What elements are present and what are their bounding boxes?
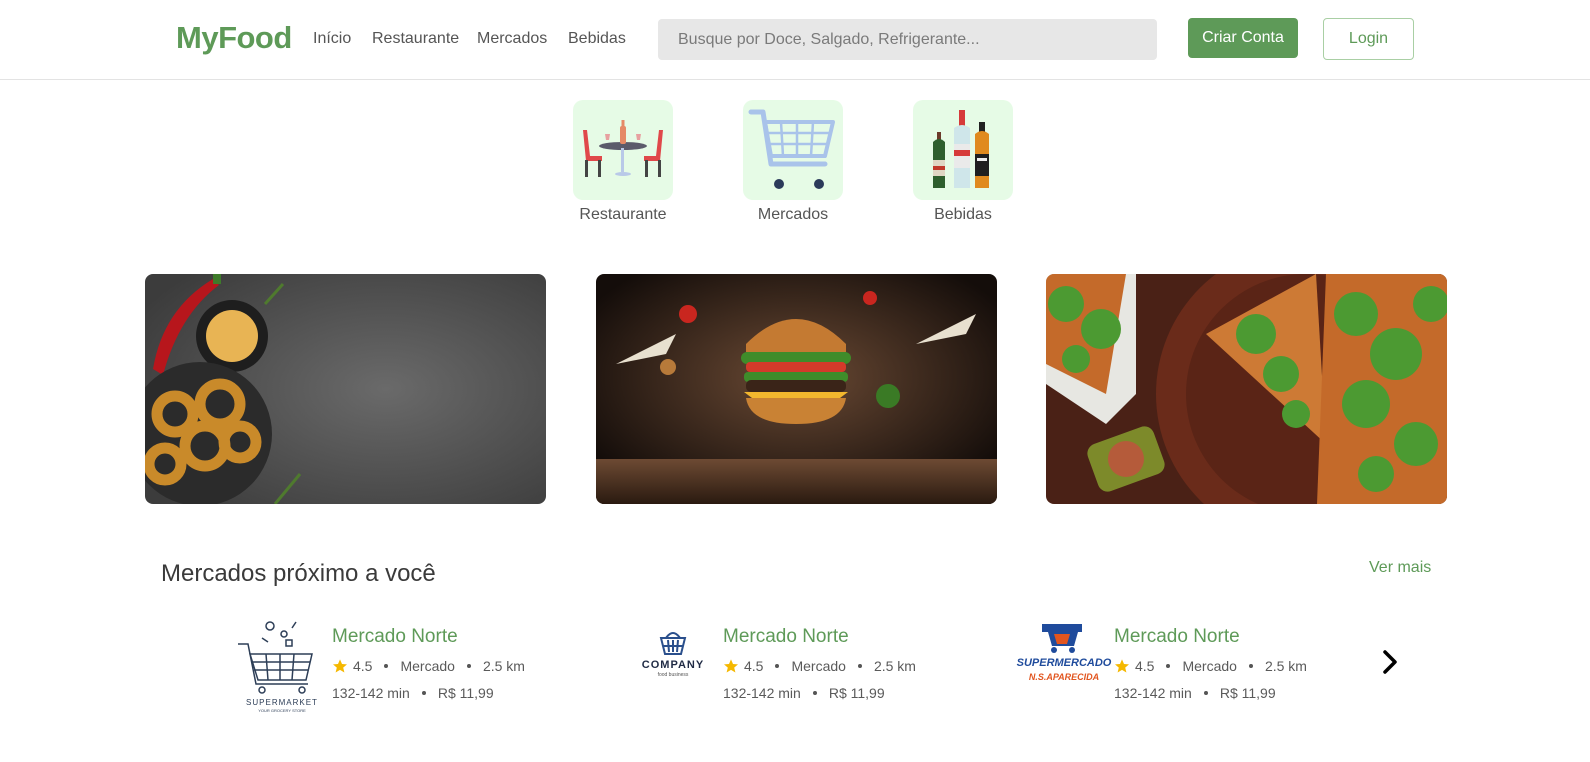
see-more-link[interactable]: Ver mais xyxy=(1369,559,1431,577)
market-rating: 4.5 xyxy=(744,658,764,674)
logo[interactable]: MyFood xyxy=(176,20,292,56)
category-mercados[interactable]: Mercados xyxy=(743,100,843,224)
svg-text:YOUR GROCERY STORE: YOUR GROCERY STORE xyxy=(258,708,306,713)
svg-text:COMPANY: COMPANY xyxy=(642,659,704,671)
market-type: Mercado xyxy=(791,658,846,674)
nav-restaurante[interactable]: Restaurante xyxy=(372,30,459,48)
market-logo-company: COMPANY food business xyxy=(642,632,704,678)
separator-dot xyxy=(421,691,426,695)
separator-dot xyxy=(857,664,862,668)
market-card[interactable]: SUPERMERCADO N.S.APARECIDA Mercado Norte… xyxy=(1014,614,1344,714)
search-input[interactable] xyxy=(658,19,1157,60)
category-restaurante[interactable]: Restaurante xyxy=(573,100,673,224)
category-mercados-label: Mercados xyxy=(757,206,829,223)
nav-inicio[interactable]: Início xyxy=(313,30,351,48)
market-type: Mercado xyxy=(1182,658,1237,674)
market-card[interactable]: COMPANY food business Mercado Norte 4.5 … xyxy=(623,614,943,714)
top-header: MyFood Início Restaurante Mercados Bebid… xyxy=(0,0,1590,80)
market-meta: 4.5 Mercado 2.5 km xyxy=(723,658,916,674)
market-meta: 4.5 Mercado 2.5 km xyxy=(332,658,525,674)
market-time: 132-142 min xyxy=(723,685,801,701)
market-rating: 4.5 xyxy=(1135,658,1155,674)
market-delivery: 132-142 min R$ 11,99 xyxy=(332,685,494,701)
category-mercados-tile[interactable] xyxy=(743,100,843,200)
svg-text:SUPERMERCADO: SUPERMERCADO xyxy=(1017,657,1112,669)
shopping-cart-icon xyxy=(748,109,835,189)
category-restaurante-label: Restaurante xyxy=(579,206,667,223)
market-fee: R$ 11,99 xyxy=(1219,685,1276,701)
market-name[interactable]: Mercado Norte xyxy=(1114,626,1240,648)
pizza-image xyxy=(1046,274,1447,504)
banner-burger[interactable] xyxy=(596,274,997,504)
market-logo-supermarket: SUPERMARKET YOUR GROCERY STORE xyxy=(238,621,318,713)
market-distance: 2.5 km xyxy=(1264,658,1307,674)
separator-dot xyxy=(775,664,780,668)
market-fee: R$ 11,99 xyxy=(828,685,885,701)
restaurant-table-icon xyxy=(583,120,663,177)
market-fee: R$ 11,99 xyxy=(437,685,494,701)
separator-dot xyxy=(384,664,389,668)
banner-appetizers[interactable] xyxy=(145,274,546,504)
category-bebidas-label: Bebidas xyxy=(934,206,992,223)
burger-image xyxy=(596,274,997,504)
market-name[interactable]: Mercado Norte xyxy=(723,626,849,648)
category-bebidas[interactable]: Bebidas xyxy=(913,100,1013,224)
login-button[interactable]: Login xyxy=(1323,18,1414,60)
svg-text:N.S.APARECIDA: N.S.APARECIDA xyxy=(1029,672,1099,682)
nav-mercados[interactable]: Mercados xyxy=(477,30,547,48)
market-card[interactable]: SUPERMARKET YOUR GROCERY STORE Mercado N… xyxy=(232,614,552,714)
separator-dot xyxy=(812,691,817,695)
bottles-icon xyxy=(933,110,989,188)
market-delivery: 132-142 min R$ 11,99 xyxy=(1114,685,1276,701)
market-meta: 4.5 Mercado 2.5 km xyxy=(1114,658,1307,674)
market-time: 132-142 min xyxy=(332,685,410,701)
market-type: Mercado xyxy=(400,658,455,674)
star-icon xyxy=(1115,659,1129,673)
svg-text:food business: food business xyxy=(658,672,689,678)
market-time: 132-142 min xyxy=(1114,685,1192,701)
banner-pizza[interactable] xyxy=(1046,274,1447,504)
market-distance: 2.5 km xyxy=(873,658,916,674)
section-title: Mercados próximo a você xyxy=(161,560,436,587)
category-bebidas-tile[interactable] xyxy=(913,100,1013,200)
market-delivery: 132-142 min R$ 11,99 xyxy=(723,685,885,701)
market-rating: 4.5 xyxy=(353,658,373,674)
chevron-right-icon[interactable] xyxy=(1378,648,1402,676)
signup-button[interactable]: Criar Conta xyxy=(1188,18,1298,58)
category-restaurante-tile[interactable] xyxy=(573,100,673,200)
star-icon xyxy=(724,659,738,673)
market-name[interactable]: Mercado Norte xyxy=(332,626,458,648)
separator-dot xyxy=(466,664,471,668)
star-icon xyxy=(333,659,347,673)
market-logo-supermercado: SUPERMERCADO N.S.APARECIDA xyxy=(1017,624,1112,682)
svg-text:SUPERMARKET: SUPERMARKET xyxy=(246,698,318,707)
separator-dot xyxy=(1166,664,1171,668)
nav-bebidas[interactable]: Bebidas xyxy=(568,30,626,48)
market-distance: 2.5 km xyxy=(482,658,525,674)
separator-dot xyxy=(1248,664,1253,668)
separator-dot xyxy=(1203,691,1208,695)
appetizers-image xyxy=(145,274,546,504)
